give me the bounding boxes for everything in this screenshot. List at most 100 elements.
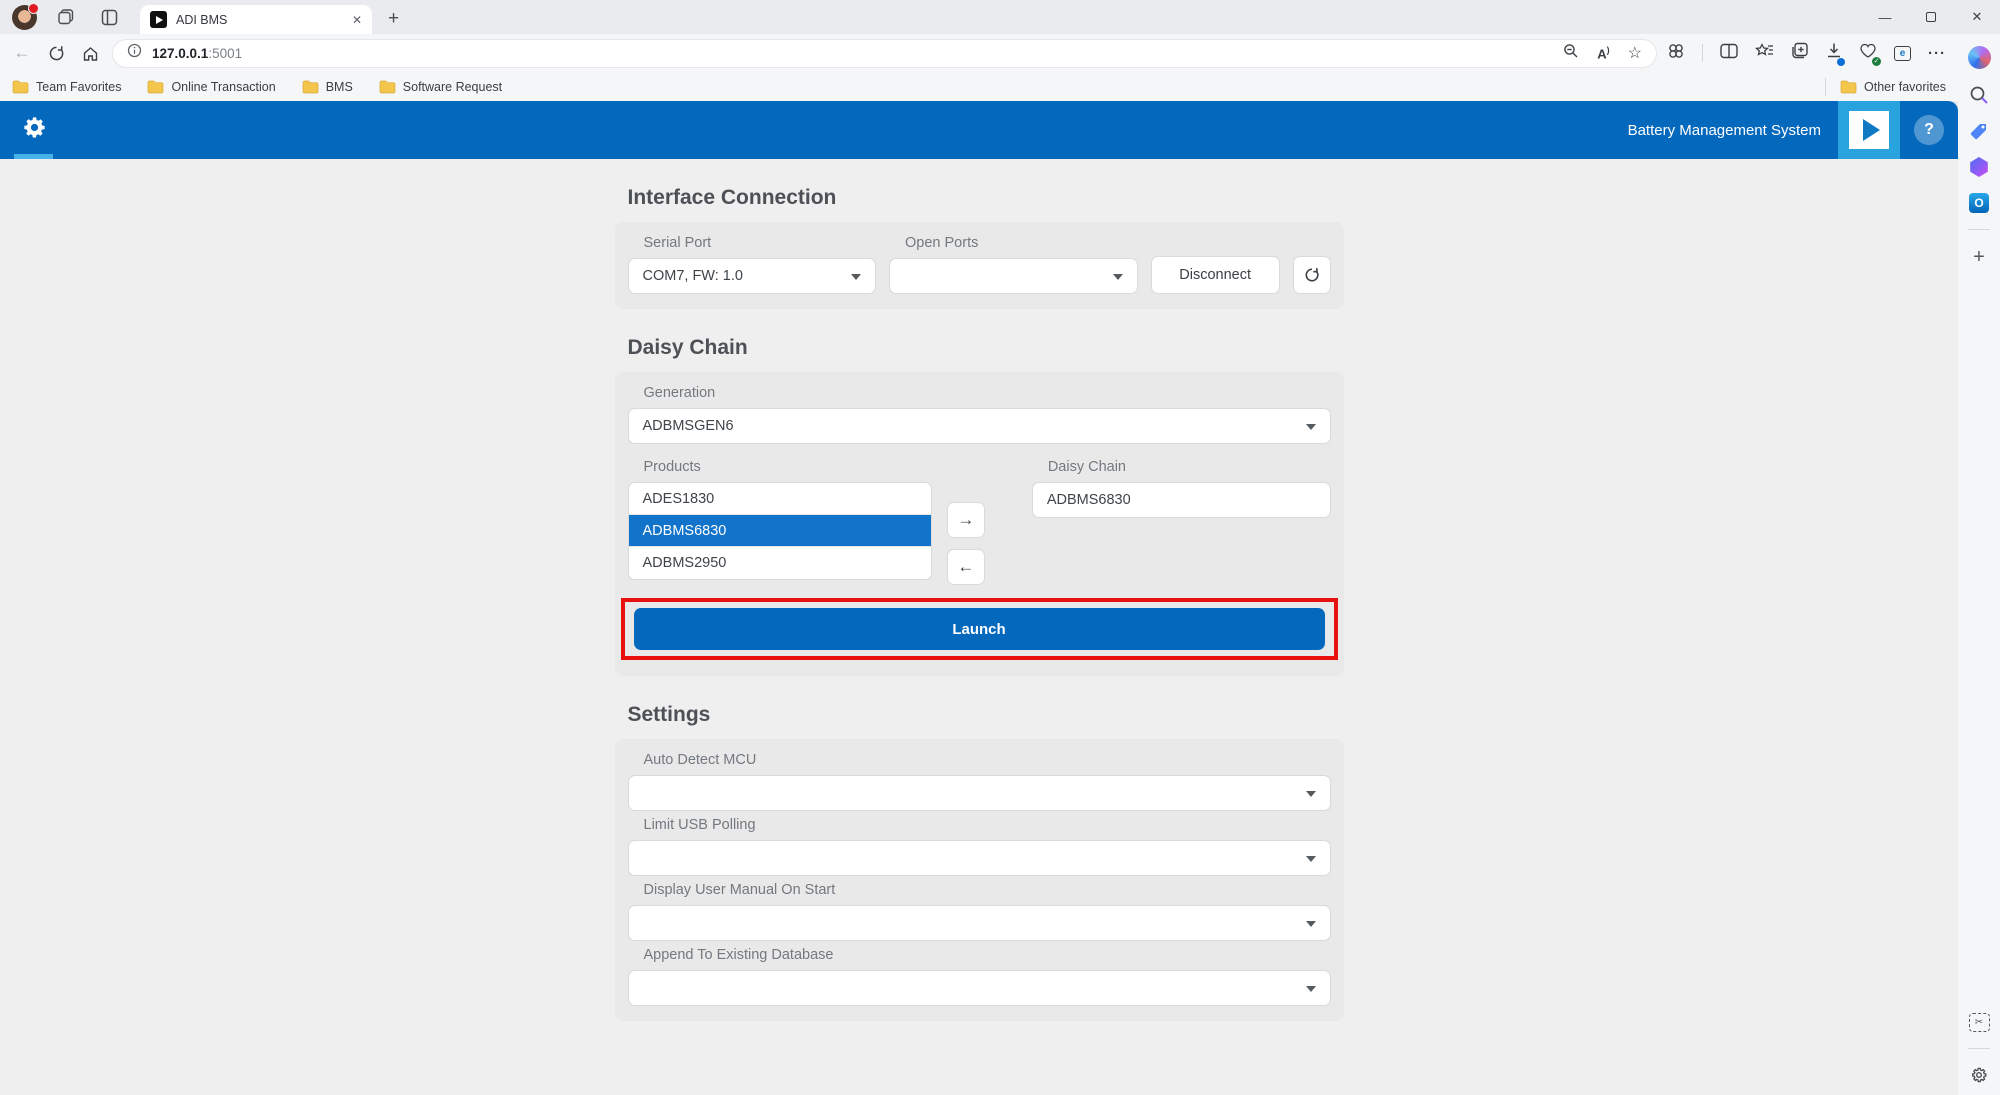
sidebar-divider (1968, 1048, 1990, 1049)
bookmark-folder[interactable]: Team Favorites (12, 80, 121, 94)
refresh-icon (1304, 267, 1320, 283)
url-text: 127.0.0.1:5001 (152, 46, 242, 61)
browser-essentials-icon[interactable]: ✓ (1859, 43, 1877, 64)
web-page: Battery Management System ? Interface Co… (0, 101, 1958, 1095)
open-ports-label: Open Ports (905, 235, 1138, 251)
play-logo-icon (1849, 111, 1889, 149)
profile-avatar[interactable] (12, 5, 37, 30)
append-database-dropdown[interactable] (628, 970, 1331, 1006)
daisy-chain-item[interactable]: ADBMS6830 (1032, 482, 1331, 518)
auto-detect-mcu-label: Auto Detect MCU (644, 752, 1331, 768)
address-bar[interactable]: 127.0.0.1:5001 A) ☆ (112, 39, 1657, 68)
sidebar-divider (1968, 229, 1990, 230)
chevron-down-icon (851, 274, 861, 280)
search-icon[interactable] (1969, 85, 1989, 105)
folder-icon (379, 80, 396, 94)
browser-toolbar: ← 127.0.0.1:5001 A) (0, 34, 1958, 72)
products-list: ADES1830 ADBMS6830 ADBMS2950 (628, 482, 932, 580)
edge-page-icon[interactable]: e (1894, 46, 1911, 61)
chevron-down-icon (1306, 921, 1316, 927)
product-list-item[interactable]: ADBMS6830 (629, 515, 931, 547)
limit-usb-polling-dropdown[interactable] (628, 840, 1331, 876)
browser-window: ADI BMS ✕ + — ✕ ← (0, 0, 2000, 1095)
window-minimize-button[interactable]: — (1862, 0, 1908, 34)
workspaces-icon[interactable] (57, 8, 75, 26)
launch-button[interactable]: Launch (634, 608, 1325, 650)
read-aloud-icon[interactable]: A) (1597, 45, 1609, 61)
display-user-manual-label: Display User Manual On Start (644, 882, 1331, 898)
copilot-icon[interactable] (1968, 46, 1991, 69)
adi-bms-logo-button[interactable] (1838, 101, 1900, 159)
tab-actions-icon[interactable] (101, 9, 118, 26)
tab-close-icon[interactable]: ✕ (352, 13, 362, 27)
favorites-icon[interactable] (1755, 42, 1774, 64)
bookmarks-bar: Team Favorites Online Transaction BMS So… (0, 72, 1958, 101)
disconnect-button[interactable]: Disconnect (1151, 256, 1280, 294)
extensions-icon[interactable] (1667, 42, 1685, 65)
refresh-icon[interactable] (44, 45, 68, 62)
folder-icon (147, 80, 164, 94)
bookmark-folder[interactable]: Software Request (379, 80, 502, 94)
folder-icon (302, 80, 319, 94)
bookmark-folder[interactable]: BMS (302, 80, 353, 94)
tab-favicon-icon (150, 11, 167, 28)
chevron-down-icon (1113, 274, 1123, 280)
interface-connection-panel: Serial Port COM7, FW: 1.0 Open Ports (615, 222, 1344, 309)
more-icon[interactable]: ··· (1928, 45, 1946, 62)
favorite-star-icon[interactable]: ☆ (1628, 43, 1642, 63)
add-sidebar-item-icon[interactable]: + (1973, 246, 1985, 269)
add-to-chain-button[interactable]: → (947, 502, 985, 538)
active-nav-indicator (14, 154, 53, 159)
chevron-down-icon (1306, 424, 1316, 430)
app-title: Battery Management System (1628, 122, 1821, 139)
refresh-ports-button[interactable] (1293, 256, 1331, 294)
serial-port-dropdown[interactable]: COM7, FW: 1.0 (628, 258, 877, 294)
generation-label: Generation (644, 385, 1331, 401)
site-info-icon[interactable] (127, 43, 142, 63)
downloads-icon[interactable] (1826, 42, 1842, 64)
new-tab-button[interactable]: + (388, 8, 399, 34)
microsoft-365-icon[interactable] (1969, 157, 1989, 177)
settings-gear-icon[interactable] (1969, 1065, 1989, 1085)
chevron-down-icon (1306, 986, 1316, 992)
help-button[interactable]: ? (1900, 101, 1958, 159)
bookmark-folder[interactable]: Online Transaction (147, 80, 275, 94)
outlook-icon[interactable]: O (1969, 193, 1989, 213)
daisy-chain-heading: Daisy Chain (628, 336, 1344, 360)
collections-icon[interactable] (1791, 42, 1809, 64)
products-label: Products (644, 459, 932, 475)
back-icon[interactable]: ← (10, 43, 34, 63)
screenshot-icon[interactable]: ✂ (1969, 1013, 1990, 1032)
auto-detect-mcu-dropdown[interactable] (628, 775, 1331, 811)
display-user-manual-dropdown[interactable] (628, 905, 1331, 941)
other-favorites-folder[interactable]: Other favorites (1840, 80, 1946, 94)
window-close-button[interactable]: ✕ (1954, 0, 2000, 34)
app-settings-gear-icon[interactable] (21, 114, 48, 146)
tab-title: ADI BMS (176, 13, 343, 27)
arrow-left-icon: ← (957, 557, 974, 577)
launch-highlight-annotation: Launch (621, 598, 1338, 660)
url-port: :5001 (208, 46, 242, 61)
home-icon[interactable] (78, 45, 102, 62)
generation-dropdown[interactable]: ADBMSGEN6 (628, 408, 1331, 444)
daisy-chain-panel: Generation ADBMSGEN6 Products ADES1830 (615, 372, 1344, 676)
settings-heading: Settings (628, 703, 1344, 727)
product-list-item[interactable]: ADES1830 (629, 483, 931, 515)
split-screen-icon[interactable] (1720, 43, 1738, 64)
daisy-chain-label: Daisy Chain (1048, 459, 1331, 475)
limit-usb-polling-label: Limit USB Polling (644, 817, 1331, 833)
append-database-label: Append To Existing Database (644, 947, 1331, 963)
zoom-out-icon[interactable] (1563, 43, 1579, 64)
open-ports-dropdown[interactable] (889, 258, 1138, 294)
browser-tab[interactable]: ADI BMS ✕ (140, 5, 372, 34)
shopping-tag-icon[interactable] (1969, 121, 1989, 141)
remove-from-chain-button[interactable]: ← (947, 549, 985, 585)
app-header: Battery Management System ? (0, 101, 1958, 159)
help-icon: ? (1914, 115, 1944, 145)
product-list-item[interactable]: ADBMS2950 (629, 547, 931, 579)
page-body: Interface Connection Serial Port COM7, F… (0, 159, 1958, 1095)
serial-port-label: Serial Port (644, 235, 877, 251)
folder-icon (1840, 80, 1857, 94)
window-maximize-button[interactable] (1908, 0, 1954, 34)
settings-panel: Auto Detect MCU Limit USB Polling Displa… (615, 739, 1344, 1021)
